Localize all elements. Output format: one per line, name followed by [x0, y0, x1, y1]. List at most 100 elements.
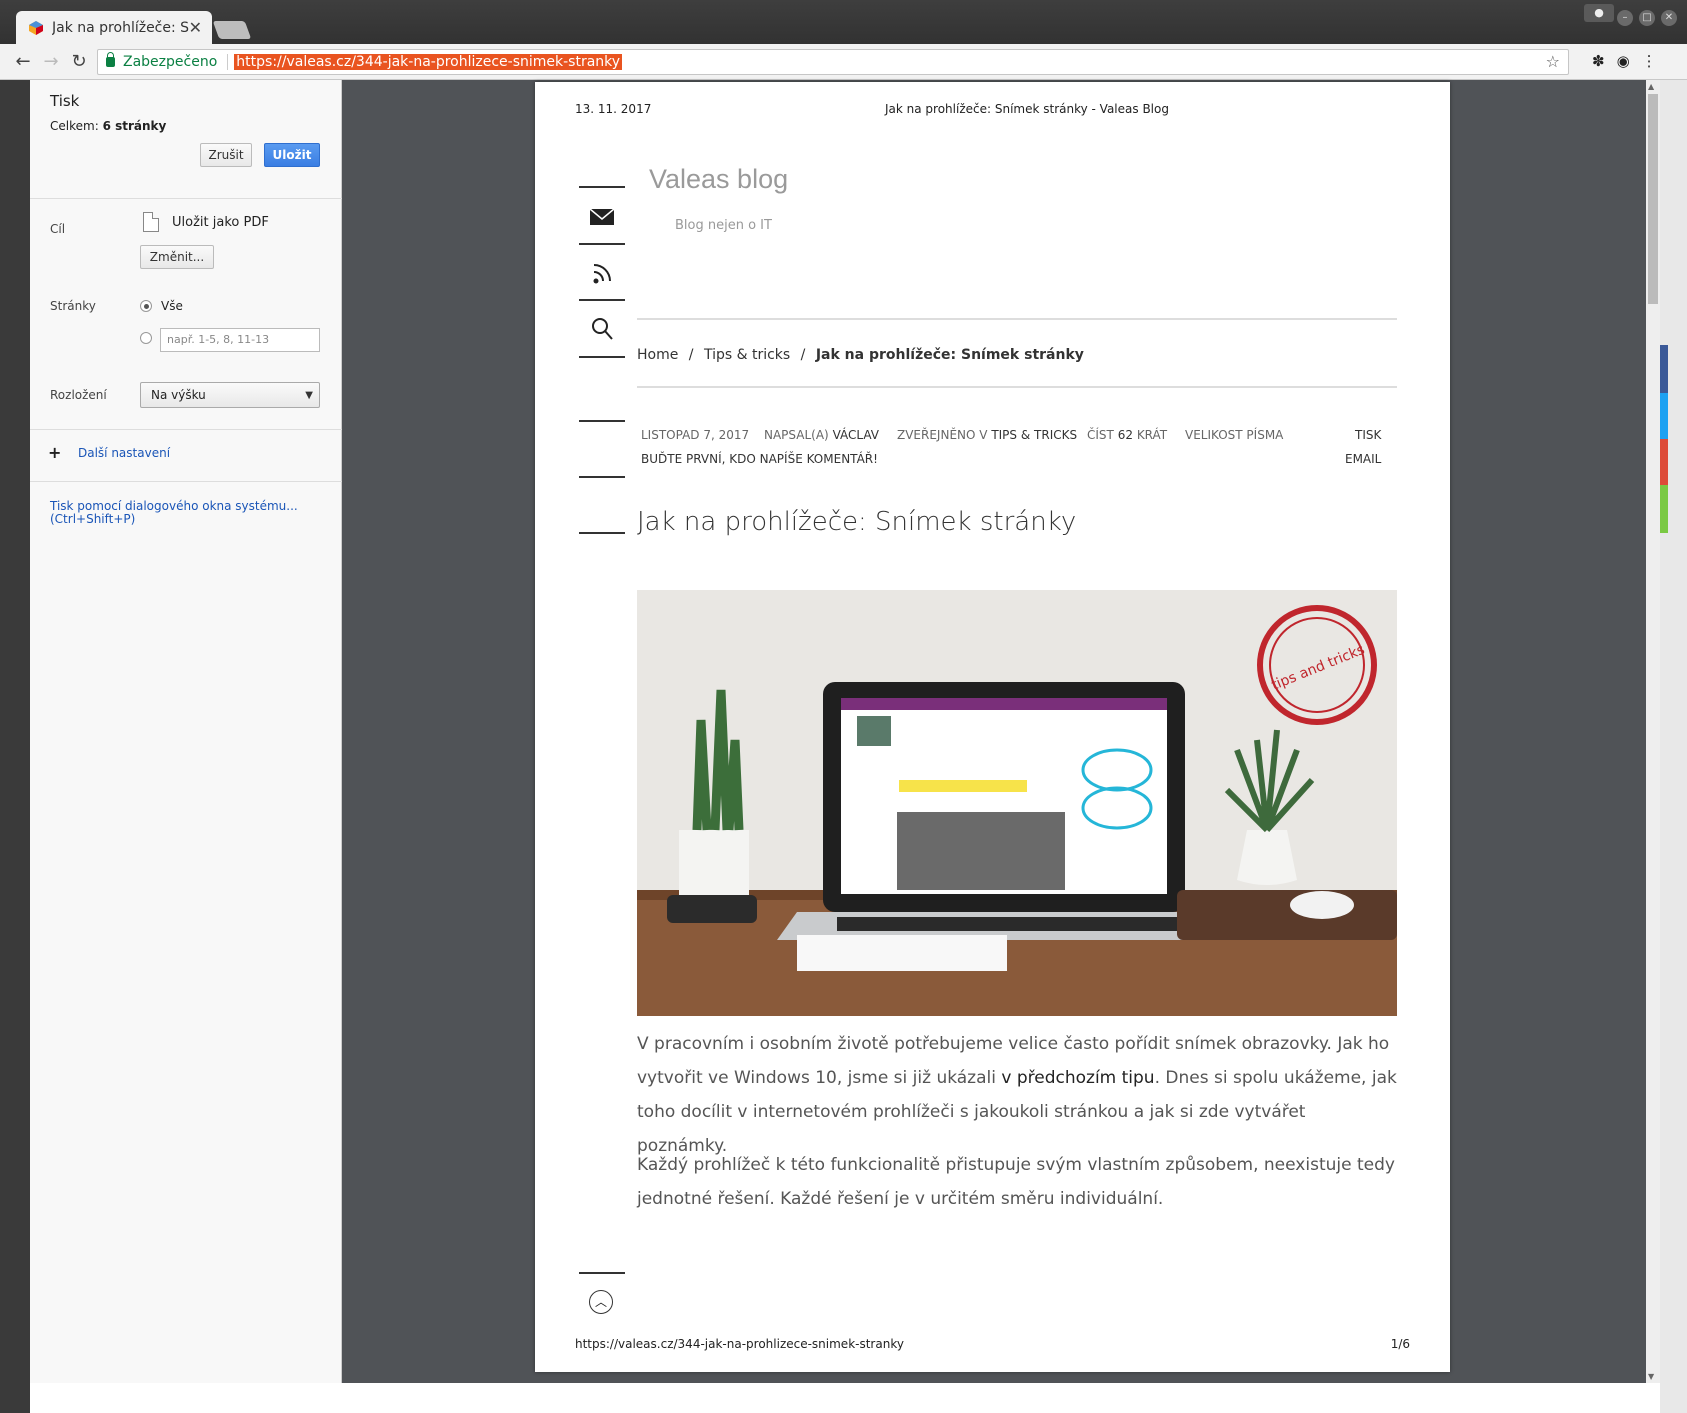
extension-circle-icon[interactable]: ◉ [1617, 52, 1630, 70]
maximize-icon[interactable]: □ [1639, 10, 1655, 26]
scroll-up-icon[interactable]: ▲ [1648, 82, 1654, 91]
layout-select[interactable]: Na výšku ▼ [140, 382, 320, 408]
rule [579, 532, 625, 534]
rule [579, 1272, 625, 1274]
bookmark-star-icon[interactable]: ☆ [1546, 52, 1560, 71]
read-suffix: KRÁT [1136, 428, 1168, 442]
email-link[interactable]: EMAIL [1345, 452, 1381, 466]
rule [579, 243, 625, 245]
author-name[interactable]: VÁCLAV [833, 428, 879, 442]
article-paragraph-2: Každý prohlížeč k této funkcionalitě při… [637, 1155, 1395, 1209]
read-value: 62 [1117, 428, 1133, 442]
article-paragraph-1: V pracovním i osobním životě potřebujeme… [637, 1027, 1397, 1163]
rule [579, 356, 625, 358]
search-icon[interactable] [585, 314, 619, 344]
share-strip [1660, 485, 1668, 533]
title-bar: Jak na prohlížeče: S ✕ ● – □ ✕ [0, 0, 1687, 44]
browser-tab[interactable]: Jak na prohlížeče: S ✕ [16, 11, 212, 44]
published-label: ZVEŘEJNĚNO V [897, 428, 988, 442]
blog-title[interactable]: Valeas blog [649, 164, 788, 195]
divider [30, 429, 342, 430]
print-title: Tisk [50, 92, 80, 110]
breadcrumb-sep: / [800, 347, 806, 363]
rss-icon[interactable] [585, 258, 619, 288]
breadcrumb-current: Jak na prohlížeče: Snímek stránky [815, 347, 1084, 363]
total-pages: Celkem: 6 stránky [50, 119, 166, 133]
total-label: Celkem: [50, 119, 99, 133]
new-tab-button[interactable] [212, 21, 252, 39]
blog-subtitle: Blog nejen o IT [675, 218, 772, 233]
total-value: 6 stránky [102, 119, 167, 133]
pages-all-radio[interactable] [140, 300, 152, 312]
extensions: ✽ ◉ ⋮ [1592, 52, 1657, 70]
rule [579, 420, 625, 422]
header-title: Jak na prohlížeče: Snímek stránky - Vale… [885, 102, 1169, 116]
layout-label: Rozložení [50, 388, 107, 402]
destination-value: Uložit jako PDF [172, 215, 269, 230]
pages-range-input[interactable]: např. 1-5, 8, 11-13 [160, 328, 320, 352]
previous-tip-link[interactable]: v předchozím tipu [1001, 1068, 1154, 1088]
footer-page-number: 1/6 [1390, 1337, 1410, 1351]
header-date: 13. 11. 2017 [575, 102, 652, 116]
breadcrumb-home[interactable]: Home [637, 347, 678, 363]
plus-icon[interactable]: + [48, 443, 61, 462]
category-link[interactable]: TIPS & TRICKS [991, 428, 1077, 442]
rule [579, 186, 625, 188]
rule [637, 386, 1397, 388]
pages-label: Stránky [50, 299, 96, 313]
favicon-icon [29, 20, 43, 35]
system-dialog-shortcut: (Ctrl+Shift+P) [50, 512, 136, 526]
author-label: NAPSAL(A) [764, 428, 829, 442]
scroll-down-icon[interactable]: ▼ [1648, 1372, 1654, 1381]
footer-url: https://valeas.cz/344-jak-na-prohlizece-… [575, 1337, 904, 1351]
print-settings-panel: Tisk Celkem: 6 stránky Zrušit Uložit Cíl… [30, 80, 342, 1383]
chevron-down-icon: ▼ [305, 390, 313, 401]
address-bar[interactable]: Zabezpečeno https://valeas.cz/344-jak-na… [97, 49, 1569, 75]
cancel-button[interactable]: Zrušit [200, 143, 252, 167]
secure-label: Zabezpečeno [123, 54, 218, 70]
lock-icon [106, 52, 115, 67]
back-icon[interactable]: ← [12, 51, 34, 72]
breadcrumb-category[interactable]: Tips & tricks [704, 347, 790, 363]
system-dialog-link[interactable]: Tisk pomocí dialogového okna systému... [50, 499, 298, 513]
hero-image: tips and tricks [637, 590, 1397, 1016]
rule [579, 299, 625, 301]
divider [30, 198, 342, 199]
rule [637, 318, 1397, 320]
extension-paw-icon[interactable]: ✽ [1592, 52, 1605, 70]
minimize-icon[interactable]: – [1617, 10, 1633, 26]
breadcrumb-sep: / [688, 347, 694, 363]
scroll-to-top-icon[interactable]: ︿ [589, 1290, 613, 1314]
preview-scrollbar[interactable]: ▲ ▼ [1646, 80, 1660, 1383]
comment-link[interactable]: BUĎTE PRVNÍ, KDO NAPÍŠE KOMENTÁŘ! [641, 452, 878, 466]
article-title: Jak na prohlížeče: Snímek stránky [637, 507, 1077, 537]
layout-value: Na výšku [151, 388, 206, 402]
change-destination-button[interactable]: Změnit... [140, 245, 214, 269]
window-controls: – □ ✕ [1617, 10, 1677, 26]
save-button[interactable]: Uložit [264, 143, 320, 167]
laptop-desk-illustration: tips and tricks [637, 590, 1397, 1016]
omnibox-divider [227, 54, 229, 70]
font-size-control[interactable]: VELIKOST PÍSMA [1185, 428, 1283, 442]
document-icon [143, 212, 159, 232]
divider [30, 481, 342, 482]
share-strip [1660, 345, 1668, 393]
share-strip [1660, 393, 1668, 439]
close-tab-icon[interactable]: ✕ [189, 18, 202, 37]
close-window-icon[interactable]: ✕ [1661, 10, 1677, 26]
scroll-thumb[interactable] [1648, 94, 1658, 304]
more-settings-link[interactable]: Další nastavení [78, 446, 170, 460]
pages-all-label: Vše [161, 299, 183, 313]
forward-icon[interactable]: → [40, 51, 62, 72]
profile-icon[interactable]: ● [1584, 4, 1614, 22]
url-text[interactable]: https://valeas.cz/344-jak-na-prohlizece-… [234, 54, 623, 70]
print-link[interactable]: TISK [1355, 428, 1381, 442]
email-icon[interactable] [585, 202, 619, 232]
rule [579, 476, 625, 478]
read-label: ČÍST [1087, 428, 1114, 442]
reload-icon[interactable]: ↻ [68, 51, 90, 72]
menu-icon[interactable]: ⋮ [1642, 52, 1657, 70]
pages-custom-radio[interactable] [140, 332, 152, 344]
preview-page: 13. 11. 2017 Jak na prohlížeče: Snímek s… [535, 82, 1450, 1372]
share-strip [1660, 439, 1668, 485]
